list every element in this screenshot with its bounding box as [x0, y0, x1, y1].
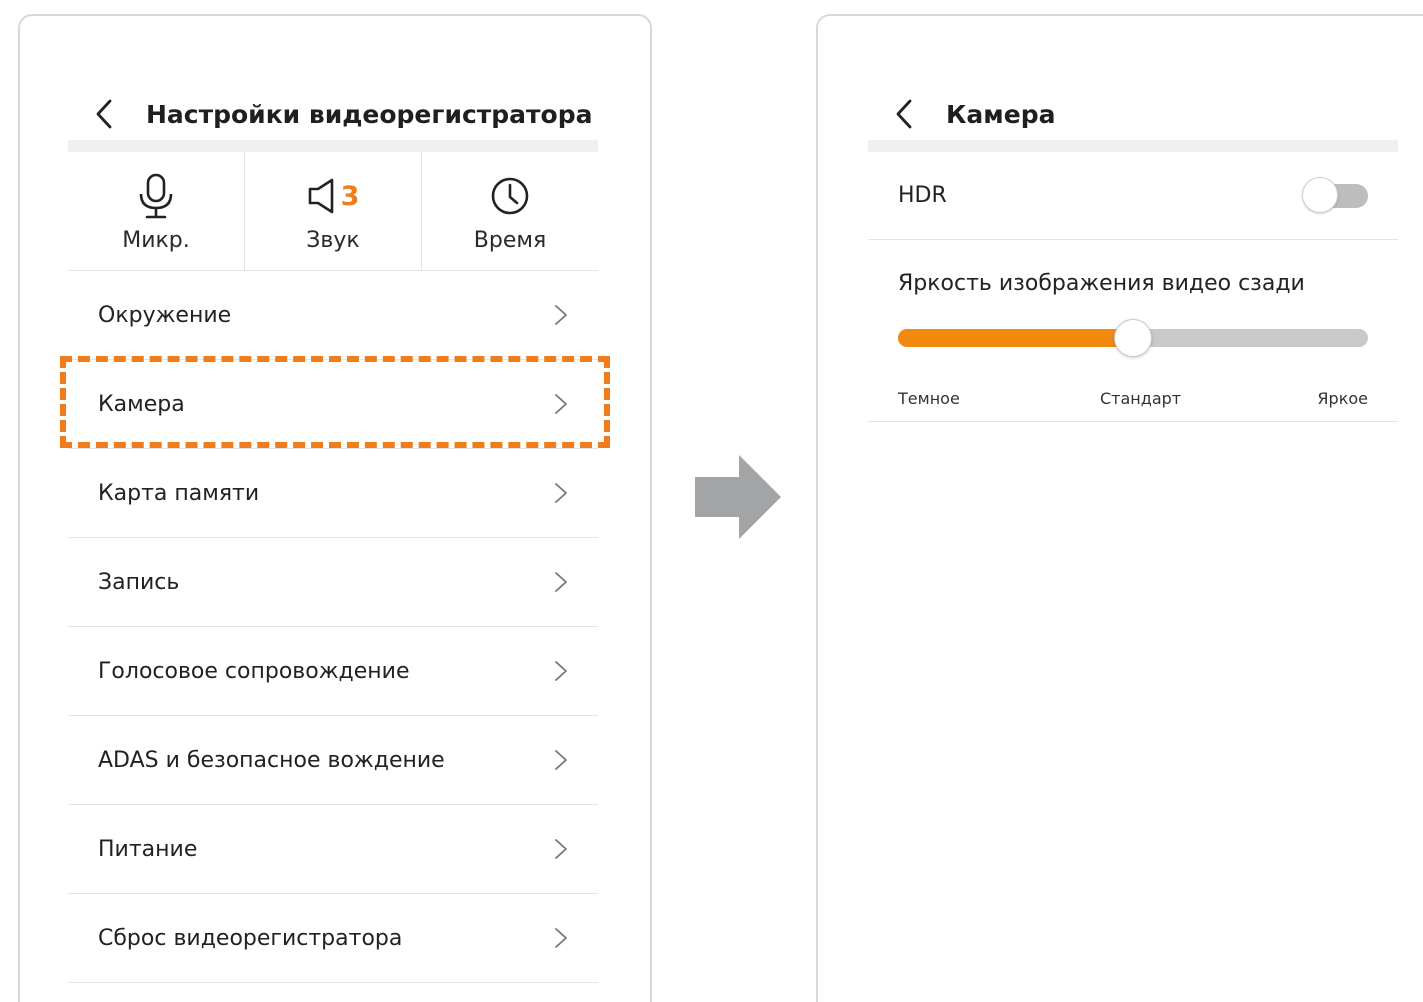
- brightness-title: Яркость изображения видео сзади: [898, 271, 1305, 296]
- microphone-icon: [139, 173, 173, 219]
- brightness-min-label: Темное: [898, 389, 960, 408]
- toggle-knob: [1302, 176, 1338, 213]
- sound-level-badge: 3: [340, 180, 360, 212]
- settings-header: Настройки видеорегистратора: [84, 86, 592, 142]
- clock-icon: [491, 177, 529, 215]
- menu-item-label: Окружение: [98, 302, 232, 328]
- slider-handle[interactable]: [1114, 319, 1152, 357]
- speaker-icon: [308, 178, 333, 214]
- settings-screen: Настройки видеорегистратора Микр. 3 Звук…: [18, 14, 652, 1002]
- hdr-toggle[interactable]: [1302, 176, 1368, 213]
- header-divider: [868, 140, 1398, 152]
- menu-item-label: ADAS и безопасное вождение: [98, 747, 445, 773]
- chevron-right-icon: [555, 305, 567, 325]
- chevron-right-icon: [555, 750, 567, 770]
- tile-time[interactable]: Время: [421, 152, 598, 270]
- chevron-right-icon: [555, 572, 567, 592]
- chevron-left-icon: [96, 99, 112, 129]
- camera-screen: Камера HDR Яркость изображения видео сза…: [816, 14, 1423, 1002]
- tile-label-microphone: Микр.: [122, 228, 190, 253]
- menu-item-adas[interactable]: ADAS и безопасное вождение: [68, 716, 598, 805]
- brightness-mid-label: Стандарт: [1100, 389, 1182, 408]
- instruction-illustration: Настройки видеорегистратора Микр. 3 Звук…: [0, 0, 1423, 1002]
- menu-item-camera[interactable]: Камера: [68, 360, 598, 449]
- camera-header: Камера: [884, 86, 1055, 142]
- menu-item-label: Сброс видеорегистратора: [98, 925, 403, 951]
- tile-label-time: Время: [473, 228, 547, 253]
- menu-item-reset[interactable]: Сброс видеорегистратора: [68, 894, 598, 983]
- chevron-right-icon: [555, 928, 567, 948]
- chevron-right-icon: [555, 483, 567, 503]
- hdr-label: HDR: [898, 183, 947, 208]
- menu-item-power[interactable]: Питание: [68, 805, 598, 894]
- back-button[interactable]: [84, 94, 124, 134]
- back-button[interactable]: [884, 94, 924, 134]
- chevron-right-icon: [555, 839, 567, 859]
- tile-label-sound: Звук: [306, 228, 360, 253]
- chevron-left-icon: [896, 99, 912, 129]
- slider-fill: [898, 329, 1133, 347]
- settings-menu: Окружение Камера Карта памяти Запись Гол…: [68, 271, 598, 983]
- tile-microphone[interactable]: Микр.: [68, 152, 244, 270]
- rear-brightness-setting: Яркость изображения видео сзади Темное С…: [868, 241, 1398, 422]
- header-divider: [68, 140, 598, 152]
- menu-item-label: Голосовое сопровождение: [98, 658, 410, 684]
- menu-item-label: Запись: [98, 569, 180, 595]
- menu-item-recording[interactable]: Запись: [68, 538, 598, 627]
- menu-item-voice-guidance[interactable]: Голосовое сопровождение: [68, 627, 598, 716]
- tile-sound[interactable]: 3 Звук: [244, 152, 421, 270]
- chevron-right-icon: [555, 661, 567, 681]
- quick-settings: Микр. 3 Звук Время: [68, 152, 598, 271]
- menu-item-label: Карта памяти: [98, 480, 260, 506]
- menu-item-environment[interactable]: Окружение: [68, 271, 598, 360]
- menu-item-label: Питание: [98, 836, 198, 862]
- arrow-right-icon: [695, 455, 781, 539]
- page-title: Настройки видеорегистратора: [146, 99, 593, 129]
- chevron-right-icon: [555, 394, 567, 414]
- brightness-max-label: Яркое: [1317, 389, 1368, 408]
- menu-item-label: Камера: [98, 391, 185, 417]
- brightness-slider[interactable]: [898, 319, 1368, 357]
- menu-item-memory-card[interactable]: Карта памяти: [68, 449, 598, 538]
- page-title: Камера: [946, 99, 1056, 129]
- hdr-setting-row: HDR: [868, 152, 1398, 240]
